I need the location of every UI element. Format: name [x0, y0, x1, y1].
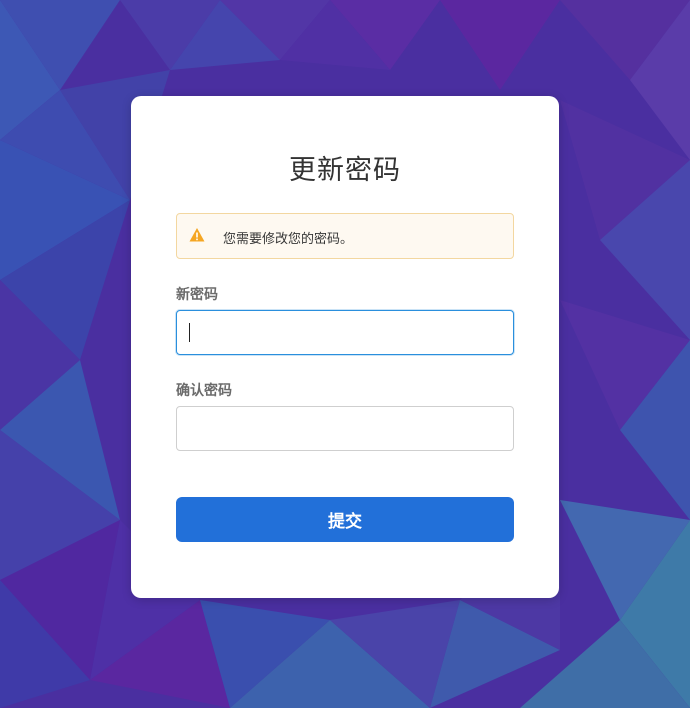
submit-button[interactable]: 提交: [176, 497, 514, 542]
confirm-password-label: 确认密码: [176, 383, 232, 399]
warning-alert: 您需要修改您的密码。: [176, 213, 514, 259]
confirm-password-input[interactable]: [176, 406, 514, 451]
new-password-label: 新密码: [176, 287, 218, 303]
page-title: 更新密码: [289, 155, 401, 186]
update-password-card: 更新密码 您需要修改您的密码。 新密码 确认密码 提交: [131, 96, 559, 598]
text-cursor: [189, 323, 190, 342]
alert-message: 您需要修改您的密码。: [223, 232, 354, 247]
warning-triangle-icon: [189, 228, 205, 242]
new-password-input[interactable]: [176, 310, 514, 355]
